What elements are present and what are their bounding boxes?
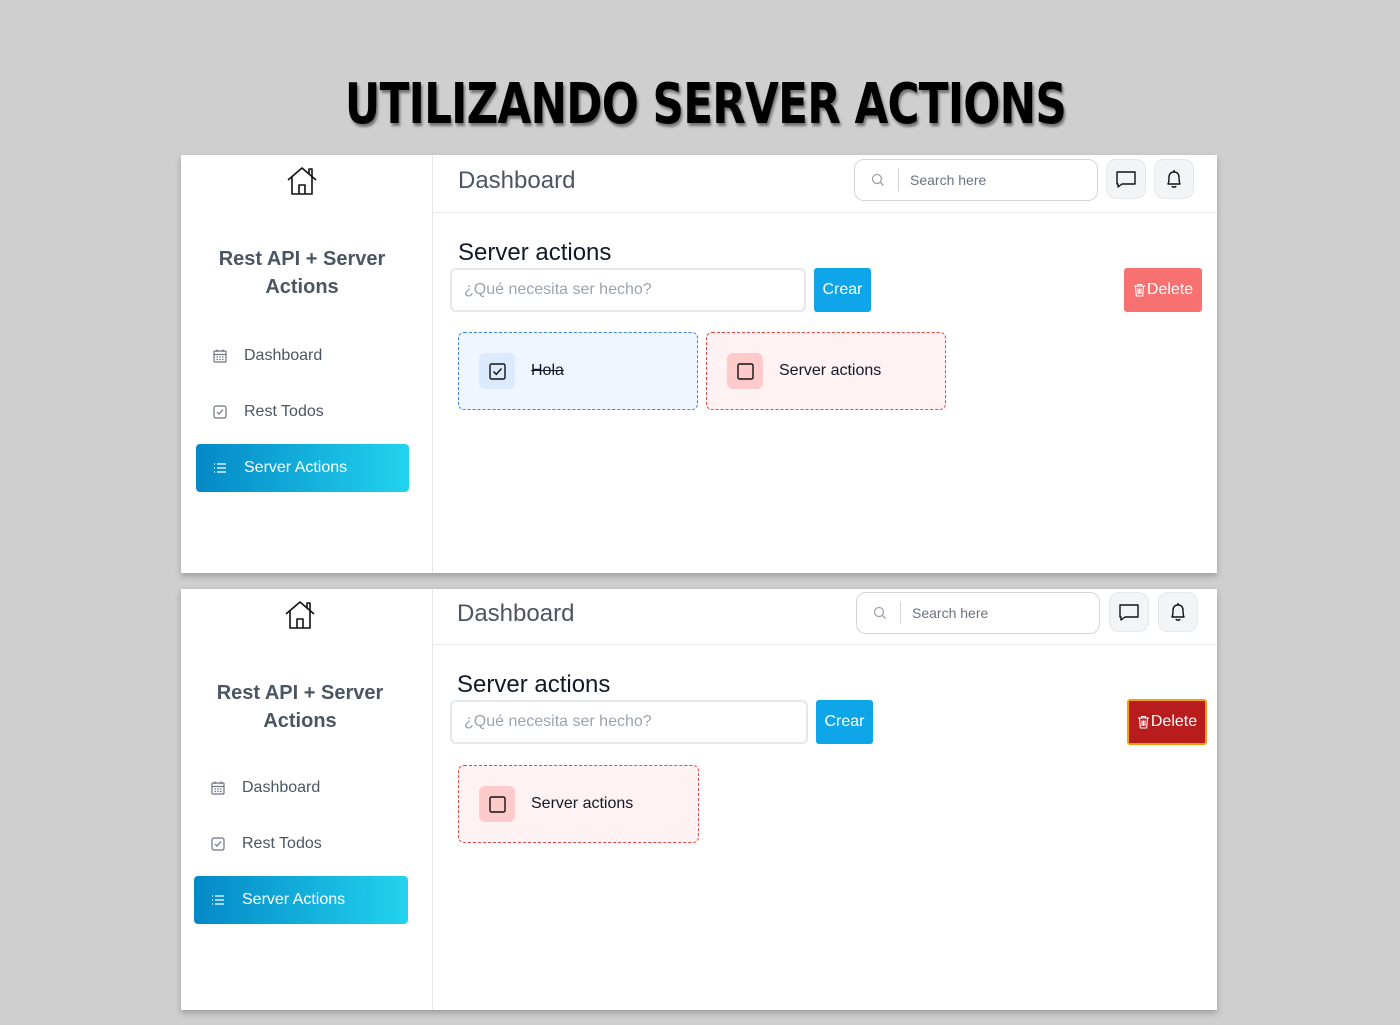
home-icon[interactable] [283, 599, 317, 631]
app-screen-2: Rest API + Server Actions Dashboard Rest… [181, 589, 1217, 1010]
sidebar: Rest API + Server Actions Dashboard Rest… [181, 589, 433, 1010]
todo-text: Server actions [779, 362, 882, 379]
search-icon [871, 173, 884, 186]
delete-label: Delete [1150, 713, 1198, 730]
sidebar-item-label: Rest Todos [242, 835, 322, 852]
todo-input[interactable] [450, 268, 806, 312]
main-content: Dashboard Server actions [434, 589, 1217, 1010]
sidebar-item-rest-todos[interactable]: Rest Todos [196, 388, 409, 436]
create-button[interactable]: Crear [816, 700, 873, 744]
notifications-button[interactable] [1158, 592, 1198, 632]
search-input[interactable] [912, 605, 1082, 621]
sidebar-item-dashboard[interactable]: Dashboard [194, 764, 407, 812]
delete-label: Delete [1146, 281, 1194, 298]
todo-input[interactable] [450, 700, 808, 744]
checkbox-icon [211, 837, 225, 851]
calendar-icon [213, 349, 227, 363]
search-box[interactable] [856, 592, 1100, 634]
calendar-icon [211, 781, 225, 795]
search-separator [900, 602, 901, 624]
trash-icon [1137, 715, 1149, 729]
messages-button[interactable] [1109, 592, 1149, 632]
page-title: Dashboard [457, 600, 575, 627]
checkbox-icon [213, 405, 227, 419]
bell-icon [1167, 170, 1181, 188]
todo-text: Server actions [531, 795, 634, 812]
todo-card[interactable]: Server actions [706, 332, 946, 410]
sidebar-item-label: Server Actions [242, 891, 346, 908]
sidebar-item-label: Rest Todos [244, 403, 324, 420]
unchecked-box-icon [488, 795, 506, 813]
todo-card[interactable]: Hola [458, 332, 698, 410]
sidebar-item-dashboard[interactable]: Dashboard [196, 332, 409, 380]
search-icon [873, 606, 886, 619]
chat-icon [1116, 171, 1136, 188]
bell-icon [1171, 603, 1185, 621]
topbar: Dashboard [434, 155, 1217, 213]
messages-button[interactable] [1106, 159, 1146, 199]
todo-checkbox[interactable] [479, 786, 515, 822]
list-icon [212, 895, 224, 905]
unchecked-box-icon [736, 362, 754, 380]
delete-button[interactable]: Delete [1124, 268, 1202, 312]
sidebar-item-rest-todos[interactable]: Rest Todos [194, 820, 407, 868]
checked-box-icon [488, 362, 506, 380]
page-title: Dashboard [458, 167, 576, 194]
todo-text: Hola [531, 362, 564, 379]
home-icon[interactable] [285, 165, 319, 197]
search-input[interactable] [910, 172, 1080, 188]
notifications-button[interactable] [1154, 159, 1194, 199]
todo-checkbox[interactable] [479, 353, 515, 389]
app-screen-1: Rest API + Server Actions Dashboard Rest… [181, 155, 1217, 573]
todo-card[interactable]: Server actions [458, 765, 699, 843]
sidebar-item-label: Server Actions [244, 459, 348, 476]
brand-title: Rest API + Server Actions [218, 248, 386, 298]
sidebar: Rest API + Server Actions Dashboard Rest… [181, 155, 433, 573]
topbar: Dashboard [434, 589, 1217, 645]
main-content: Dashboard Server actions [434, 155, 1217, 573]
todo-checkbox[interactable] [727, 353, 763, 389]
delete-button[interactable]: Delete [1127, 699, 1207, 745]
section-title: Server actions [457, 671, 611, 698]
search-box[interactable] [854, 159, 1098, 201]
sidebar-item-label: Dashboard [244, 347, 323, 364]
create-button[interactable]: Crear [814, 268, 871, 312]
section-title: Server actions [458, 239, 612, 266]
banner-title: UTILIZANDO SERVER ACTIONS [344, 72, 1067, 137]
search-separator [898, 169, 899, 191]
sidebar-item-server-actions[interactable]: Server Actions [196, 444, 409, 492]
chat-icon [1119, 604, 1139, 621]
trash-icon [1133, 283, 1145, 297]
brand-title: Rest API + Server Actions [216, 682, 384, 732]
sidebar-item-label: Dashboard [242, 779, 321, 796]
sidebar-item-server-actions[interactable]: Server Actions [194, 876, 408, 924]
list-icon [214, 463, 226, 473]
